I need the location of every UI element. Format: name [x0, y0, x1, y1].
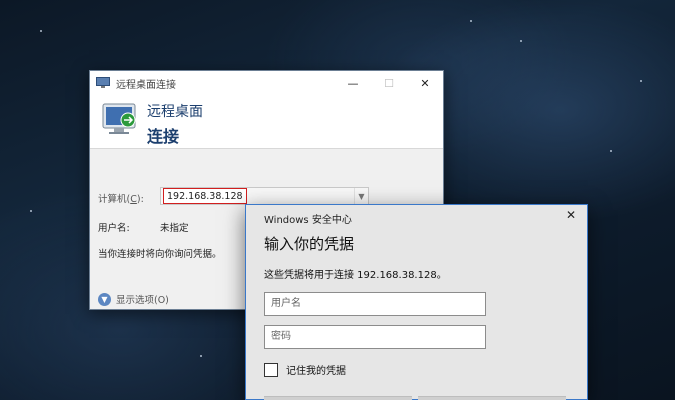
rdp-titlebar[interactable]: 远程桌面连接 — ☐ ✕ — [90, 71, 443, 95]
show-options-label: 显示选项(O) — [116, 295, 169, 306]
credentials-description: 这些凭据将用于连接 192.168.38.128。 — [264, 270, 447, 281]
star — [640, 80, 642, 82]
show-options-button[interactable]: ▼ 显示选项(O) — [98, 292, 169, 306]
star — [520, 40, 522, 42]
remember-credentials-label: 记住我的凭据 — [286, 366, 346, 377]
cancel-button[interactable] — [418, 396, 566, 400]
credentials-note: 当你连接时将向你询问凭据。 — [98, 249, 222, 260]
rdp-banner: 远程桌面 连接 — [90, 95, 443, 149]
username-value: 未指定 — [160, 223, 189, 234]
monitor-connection-icon — [102, 103, 136, 134]
banner-title-line2: 连接 — [147, 127, 180, 146]
username-input[interactable]: 用户名 — [264, 292, 486, 316]
close-icon[interactable]: ✕ — [563, 208, 579, 222]
chevron-down-icon[interactable]: ▼ — [354, 188, 368, 204]
computer-combobox[interactable]: 192.168.38.128 ▼ — [160, 187, 369, 205]
remote-desktop-icon — [96, 77, 110, 88]
minimize-button[interactable]: — — [335, 71, 371, 95]
star — [30, 210, 32, 212]
close-button[interactable]: ✕ — [407, 71, 443, 95]
computer-label-accesskey: C — [130, 194, 137, 205]
ok-button[interactable] — [264, 396, 412, 400]
rdp-window-title: 远程桌面连接 — [116, 79, 176, 91]
windows-security-dialog: Windows 安全中心 ✕ 输入你的凭据 这些凭据将用于连接 192.168.… — [245, 204, 588, 400]
computer-input[interactable]: 192.168.38.128 — [163, 188, 247, 204]
remember-credentials-checkbox[interactable]: 记住我的凭据 — [264, 362, 346, 377]
star — [610, 150, 612, 152]
star — [200, 355, 202, 357]
security-dialog-title: Windows 安全中心 — [264, 215, 352, 226]
computer-label-end: ): — [136, 194, 144, 205]
username-label: 用户名: — [98, 223, 130, 234]
computer-label: 计算机(C): — [98, 191, 144, 205]
banner-title-line1: 远程桌面 — [147, 104, 203, 120]
maximize-button[interactable]: ☐ — [371, 71, 407, 95]
computer-label-text: 计算机( — [98, 194, 131, 205]
checkbox-box[interactable] — [264, 362, 278, 377]
password-input[interactable]: 密码 — [264, 325, 486, 349]
credentials-heading: 输入你的凭据 — [264, 235, 355, 253]
star — [40, 30, 42, 32]
star — [470, 20, 472, 22]
expand-chevron-icon[interactable]: ▼ — [98, 292, 111, 306]
